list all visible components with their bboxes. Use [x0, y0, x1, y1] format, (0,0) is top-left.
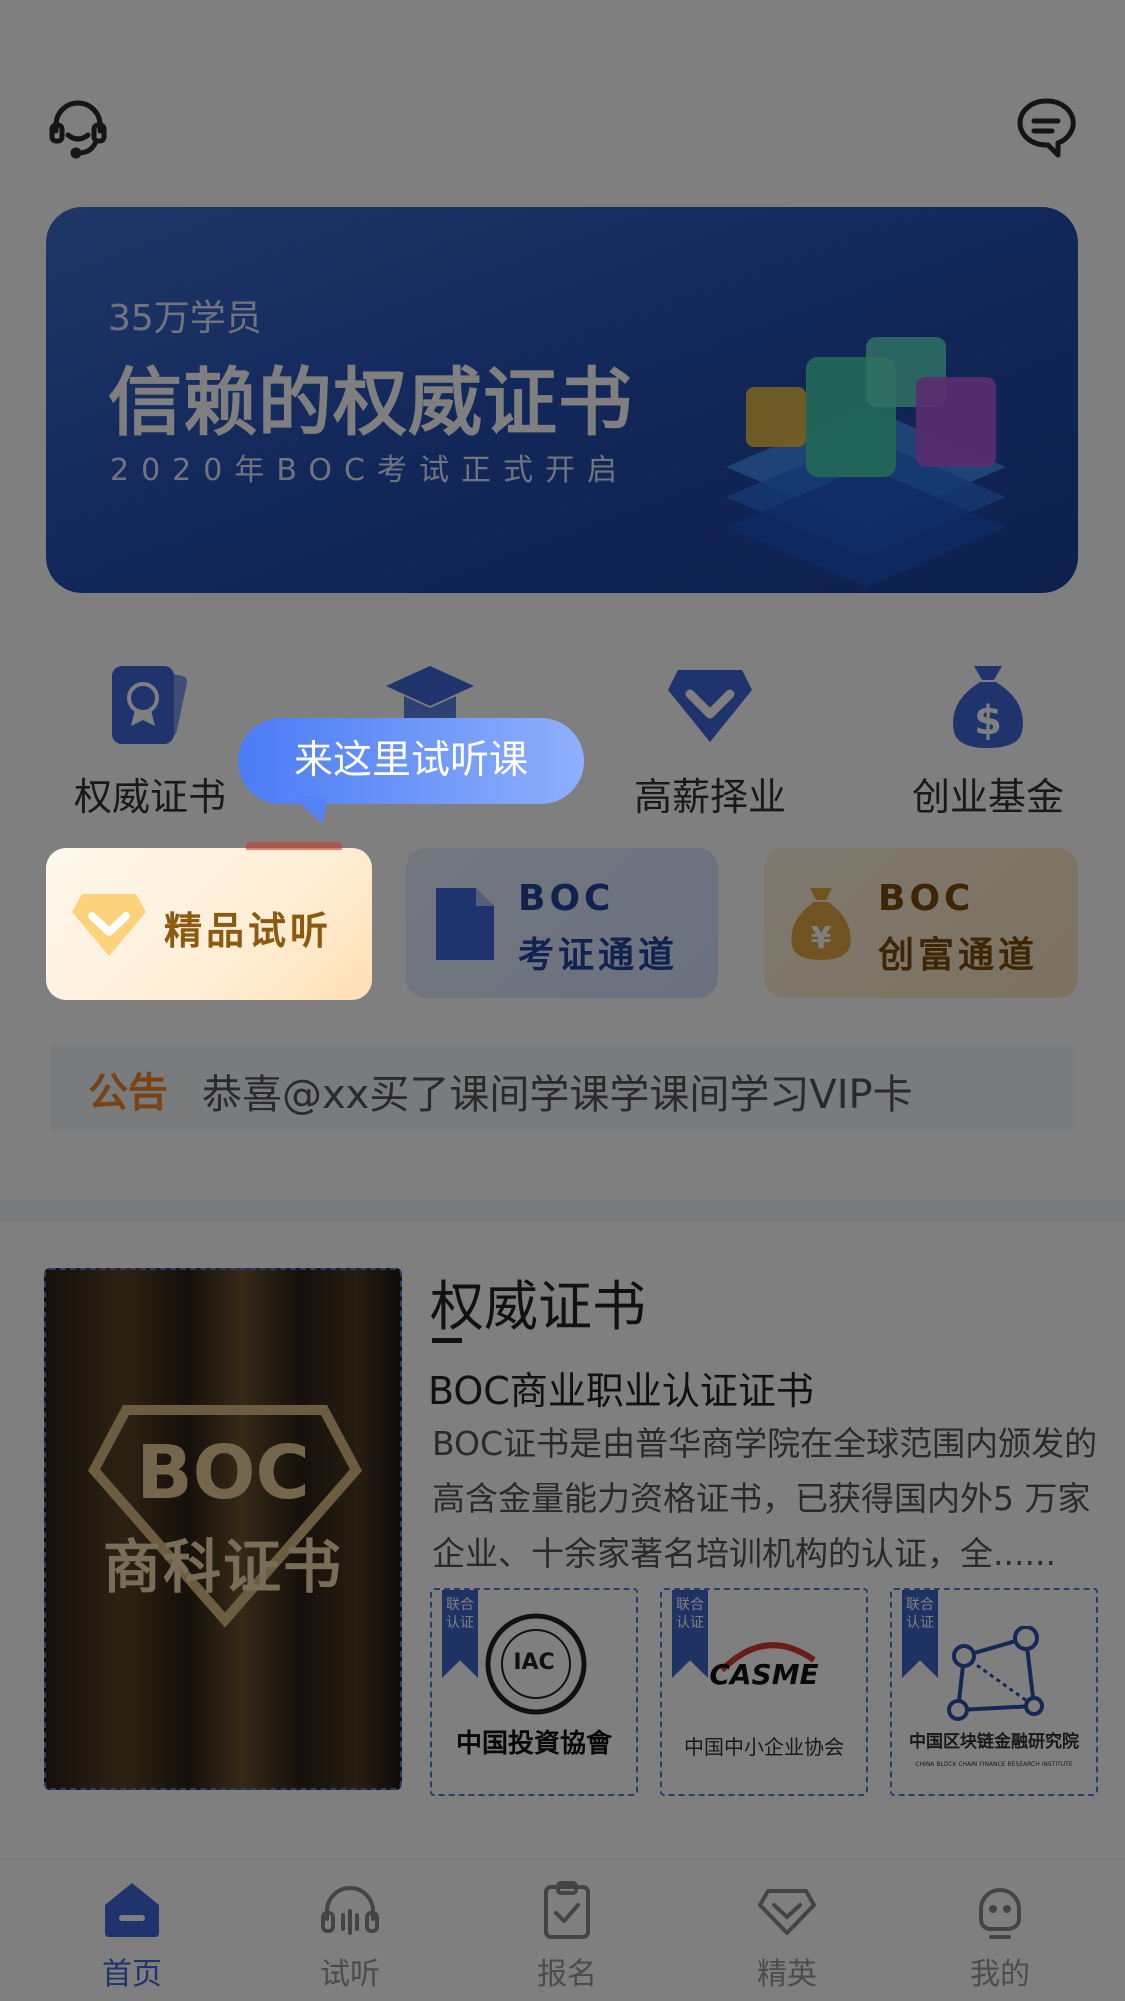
poster-logo-line2: 商科证书 [102, 1533, 343, 1601]
message-icon[interactable] [1014, 95, 1078, 159]
certificate-icon [112, 666, 188, 744]
banner-subtitle: 35万学员 [108, 298, 262, 339]
home-icon [105, 1883, 159, 1937]
iac-logo-text: IAC [513, 1650, 555, 1675]
nav-item-elite[interactable]: 精英 [707, 1879, 867, 1993]
nav-item-home[interactable]: 首页 [52, 1879, 212, 1993]
banner-tagline: 2020年BOC考试正式开启 [110, 453, 629, 488]
nav-label: 报名 [537, 1957, 597, 1992]
org-card-casme[interactable]: 联合认证 CASME 中国中小企业协会 [660, 1588, 868, 1796]
clipboard-check-icon [544, 1881, 590, 1939]
section-title: 权威证书 [430, 1275, 646, 1338]
money-bag-icon: ¥ [791, 888, 851, 960]
svg-text:¥: ¥ [811, 921, 832, 956]
banner-title: 信赖的权威证书 [108, 360, 633, 446]
category-label: 权威证书 [73, 775, 226, 819]
diamond-icon [72, 894, 146, 956]
diamond-icon [758, 1889, 816, 1935]
card-label: 精品试听 [164, 909, 333, 953]
blockchain-logo [947, 1626, 1044, 1721]
profile-icon [979, 1888, 1021, 1939]
tooltip-bubble: 来这里试听课 [238, 718, 584, 804]
poster-logo-line1: BOC [136, 1430, 310, 1516]
org-card-blockchain[interactable]: 联合认证 中国区块链金融研究院 CHINA BLOCK CHAIN FINANC… [890, 1588, 1098, 1796]
card-line1: BOC [878, 878, 975, 919]
section-divider [0, 1200, 1125, 1222]
org-name: 中国投資協會 [455, 1729, 612, 1759]
certificate-description: BOC证书是由普华商学院在全球范围内颁发的高含金量能力资格证书，已获得国内外5 … [432, 1424, 1098, 1573]
casme-logo-text: CASME [709, 1658, 819, 1691]
tooltip-text: 来这里试听课 [293, 738, 528, 783]
announcement-tag: 公告 [88, 1070, 168, 1116]
card-line2: 考证通道 [518, 935, 679, 976]
boc-wealth-channel-card[interactable]: ¥ BOC 创富通道 [764, 848, 1078, 998]
svg-text:$: $ [974, 698, 1002, 744]
card-line1: BOC [518, 878, 615, 919]
category-startup-fund[interactable]: $ 创业基金 [878, 660, 1098, 821]
category-certificate[interactable]: 权威证书 [40, 660, 260, 821]
diamond-icon [668, 670, 752, 742]
org-name: 中国中小企业协会 [684, 1735, 844, 1759]
certificate-poster[interactable]: BOC 商科证书 [44, 1268, 402, 1790]
headphones-icon [321, 1886, 379, 1935]
category-high-salary[interactable]: 高薪择业 [600, 660, 820, 821]
category-label: 创业基金 [911, 775, 1064, 819]
promo-banner[interactable]: 35万学员 信赖的权威证书 2020年BOC考试正式开启 [46, 207, 1078, 593]
certificate-subtitle: BOC商业职业认证证书 [428, 1369, 814, 1413]
announcement-bar[interactable]: 公告 恭喜@xx买了课间学课学课间学习VIP卡 [50, 1044, 1076, 1132]
nav-item-register[interactable]: 报名 [487, 1879, 647, 1993]
ribbon-label: 联合认证 [902, 1590, 938, 1678]
premium-trial-card[interactable]: 精品试听 [46, 848, 372, 1000]
customer-service-icon[interactable] [46, 95, 110, 159]
card-line2: 创富通道 [878, 935, 1039, 976]
org-english-name: CHINA BLOCK CHAIN FINANCE RESEARCH INSTI… [915, 1761, 1073, 1768]
boc-exam-channel-card[interactable]: BOC 考证通道 [406, 848, 718, 998]
title-underline [432, 1338, 462, 1343]
nav-label: 首页 [102, 1957, 162, 1992]
category-label: 高薪择业 [633, 775, 786, 819]
nav-label: 我的 [970, 1957, 1030, 1992]
org-name: 中国区块链金融研究院 [909, 1732, 1079, 1752]
org-card-iac[interactable]: 联合认证 IAC 中国投資協會 [430, 1588, 638, 1796]
announcement-message: 恭喜@xx买了课间学课学课间学习VIP卡 [202, 1072, 913, 1118]
document-icon [436, 888, 494, 960]
nav-label: 精英 [757, 1957, 817, 1992]
nav-label: 试听 [320, 1957, 380, 1992]
nav-item-profile[interactable]: 我的 [920, 1879, 1080, 1993]
nav-item-listen[interactable]: 试听 [270, 1879, 430, 1993]
banner-illustration [726, 337, 1006, 587]
bottom-nav: 首页 试听 报名 精英 我的 [0, 1858, 1125, 2001]
money-bag-icon: $ [953, 666, 1023, 748]
card-badge-edge [246, 842, 342, 850]
